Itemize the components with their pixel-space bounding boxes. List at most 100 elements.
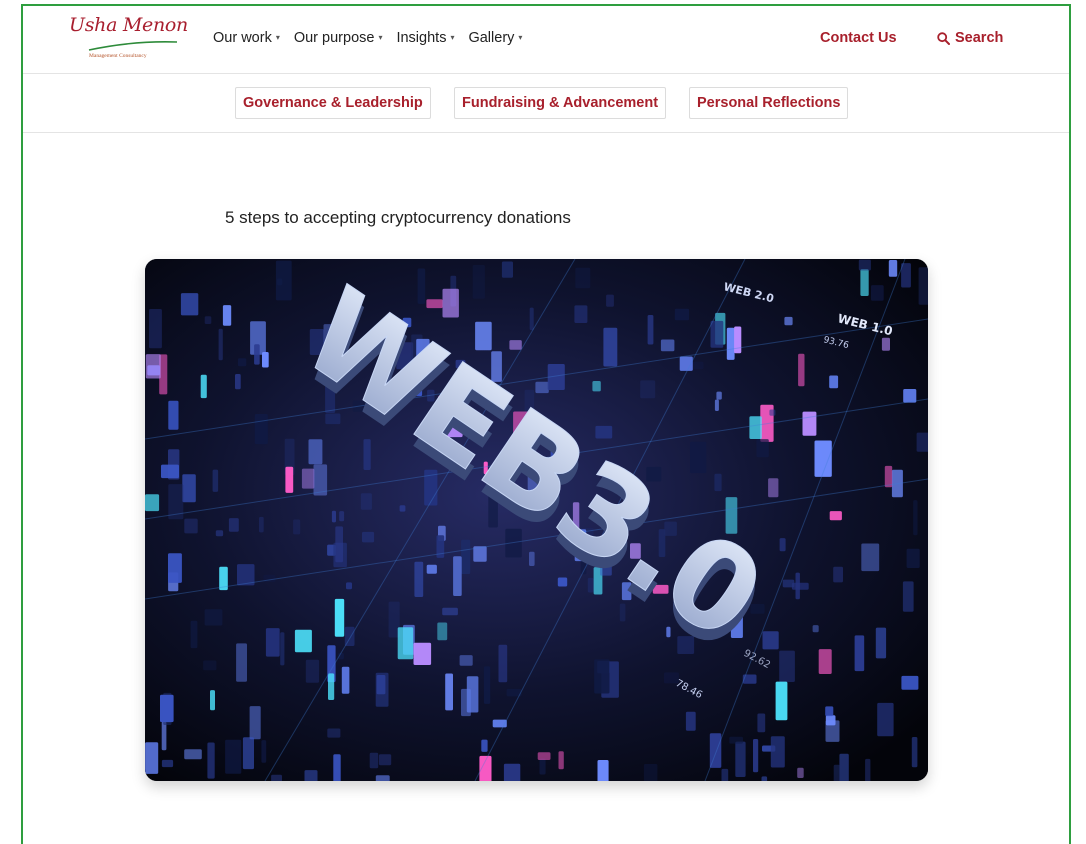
article-hero-image[interactable]: WEB3.0 WEB3.0 WEB 2.0 WEB 1.0 93.76 78.4… [145, 259, 928, 781]
city-block [839, 753, 849, 781]
menu-item-insights[interactable]: Insights ▾ [396, 30, 454, 46]
city-block [222, 305, 232, 326]
city-block [271, 774, 282, 781]
city-block [812, 625, 819, 633]
city-block [210, 690, 215, 711]
city-block [218, 328, 223, 361]
article-title[interactable]: 5 steps to accepting cryptocurrency dona… [225, 208, 571, 228]
city-block [483, 666, 491, 704]
city-block [818, 649, 832, 674]
city-block [168, 553, 182, 583]
city-block [784, 316, 793, 326]
city-block [453, 556, 462, 596]
main-menu: Our work ▾ Our purpose ▾ Insights ▾ Gall… [213, 30, 522, 46]
city-block [375, 775, 390, 781]
city-block [902, 581, 914, 612]
category-governance-leadership[interactable]: Governance & Leadership [235, 87, 431, 119]
city-block [308, 439, 323, 465]
category-fundraising-advancement[interactable]: Fundraising & Advancement [454, 87, 667, 119]
city-block [459, 655, 473, 666]
city-block [414, 561, 424, 597]
search-button[interactable]: Search [937, 30, 1003, 46]
menu-item-label: Insights [396, 30, 447, 46]
city-block [413, 642, 432, 665]
logo-script-text: Usha Menon [69, 14, 188, 36]
city-block [207, 742, 215, 779]
city-block [710, 320, 724, 348]
menu-item-our-purpose[interactable]: Our purpose ▾ [294, 30, 383, 46]
city-block [362, 531, 375, 543]
menu-item-label: Our work [213, 30, 272, 46]
city-block [716, 391, 722, 400]
city-block [594, 659, 610, 694]
city-block [729, 736, 743, 744]
city-block [212, 469, 219, 492]
city-block [275, 260, 292, 301]
city-block [225, 739, 242, 774]
city-block [437, 622, 448, 641]
city-block [161, 721, 167, 751]
contact-us-link[interactable]: Contact Us [820, 30, 897, 46]
city-block [249, 706, 261, 740]
city-block [334, 598, 345, 637]
city-block [190, 620, 198, 649]
city-block [346, 582, 352, 590]
city-block [640, 380, 656, 399]
city-block [539, 758, 546, 775]
city-block [461, 539, 471, 574]
chevron-down-icon: ▾ [450, 32, 455, 42]
city-block [768, 478, 779, 498]
city-block [344, 626, 355, 646]
menu-item-gallery[interactable]: Gallery ▾ [468, 30, 522, 46]
city-block [466, 676, 479, 713]
city-block [825, 706, 834, 717]
city-block [888, 260, 898, 277]
menu-item-our-work[interactable]: Our work ▾ [213, 30, 280, 46]
city-block [756, 439, 769, 458]
page-frame: Usha Menon Management Consultancy Our wo… [21, 4, 1071, 844]
city-block [417, 268, 426, 304]
city-block [575, 267, 591, 289]
city-block [537, 752, 551, 760]
city-block [825, 720, 840, 742]
city-block [335, 526, 343, 563]
city-block [529, 307, 534, 331]
city-block [714, 399, 719, 411]
city-block [643, 764, 658, 781]
city-block [918, 267, 928, 305]
chevron-down-icon: ▾ [518, 32, 523, 42]
category-personal-reflections[interactable]: Personal Reflections [689, 87, 849, 119]
city-block [254, 414, 268, 445]
city-block [721, 768, 729, 781]
city-block [182, 474, 196, 503]
city-block [203, 660, 217, 671]
city-block [184, 518, 198, 534]
city-block [472, 265, 485, 299]
city-block [305, 659, 320, 683]
city-block [860, 269, 869, 296]
city-block [761, 776, 768, 781]
city-block [160, 694, 174, 723]
city-block [481, 739, 488, 752]
city-block [442, 607, 458, 616]
city-block [753, 739, 759, 773]
city-block [714, 473, 722, 492]
city-block [328, 673, 335, 700]
city-block [442, 288, 459, 318]
city-block [906, 548, 920, 568]
city-block [149, 309, 162, 349]
city-block [726, 327, 735, 360]
top-navbar: Usha Menon Management Consultancy Our wo… [23, 6, 1069, 74]
city-block [341, 666, 350, 694]
city-block [369, 752, 379, 769]
city-block [884, 465, 893, 488]
city-block [854, 635, 865, 672]
city-block [501, 261, 513, 278]
city-block [916, 432, 928, 452]
city-block [237, 358, 247, 367]
site-logo[interactable]: Usha Menon Management Consultancy [67, 12, 188, 68]
city-block [503, 763, 521, 781]
city-block [769, 409, 776, 416]
city-block [161, 464, 179, 479]
city-block [674, 308, 690, 321]
